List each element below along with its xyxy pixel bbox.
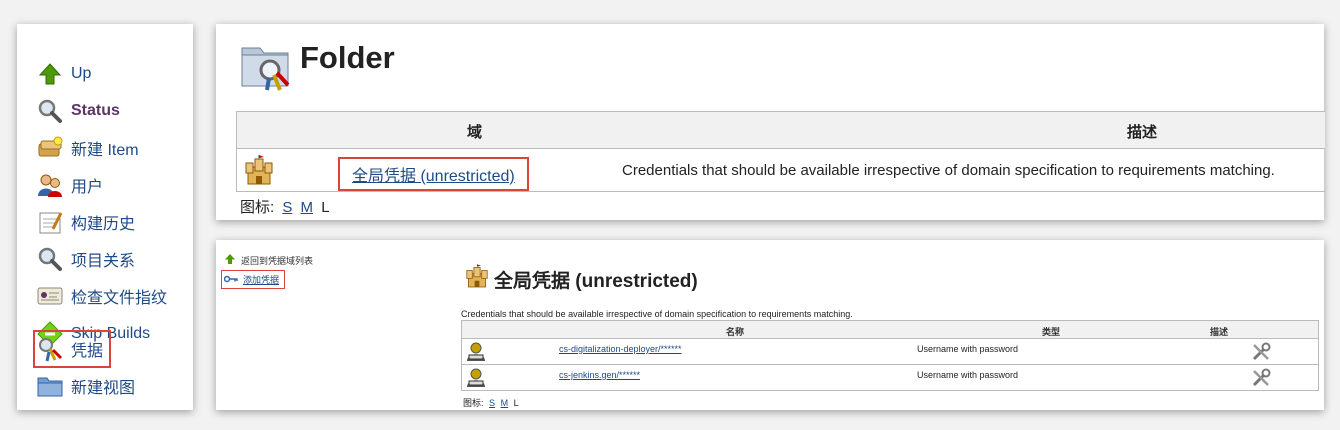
icon-size-s-link[interactable]: S xyxy=(282,199,292,216)
sidebar-item-label: Status xyxy=(71,102,120,119)
sidebar-item-label: 新建视图 xyxy=(71,380,136,397)
icon-size-l-current: L xyxy=(513,398,519,408)
table-row: cs-jenkins.gen/****** Username with pass… xyxy=(462,365,1318,390)
sidebar-item-credentials[interactable]: 凭据 xyxy=(32,330,112,368)
column-header-name: 名称 xyxy=(726,327,745,337)
domain-link-global[interactable]: 全局凭据 (unrestricted) xyxy=(338,157,529,191)
sidebar-item-label: 项目关系 xyxy=(71,253,136,270)
credentials-title-text: 全局凭据 (unrestricted) xyxy=(494,270,698,292)
page-title: Folder xyxy=(300,40,395,75)
column-header-description: 描述 xyxy=(1210,327,1229,337)
configure-tools-icon[interactable] xyxy=(1251,342,1271,364)
global-credentials-panel: 返回到凭据域列表 添加凭据 全局凭据 (unrestricted) Creden… xyxy=(216,240,1324,410)
notepad-icon xyxy=(37,209,63,235)
credential-link[interactable]: cs-digitalization-deployer/****** xyxy=(559,344,682,354)
folder-icon xyxy=(37,373,63,399)
back-to-domains-label: 返回到凭据域列表 xyxy=(241,255,314,266)
table-header: 名称 类型 描述 xyxy=(462,321,1318,339)
icon-size-selector: 图标: S M L xyxy=(463,396,519,409)
users-icon xyxy=(37,172,63,198)
icon-size-label: 图标: xyxy=(240,199,275,216)
sidebar-item-new-item[interactable]: 新建 Item xyxy=(37,133,139,163)
credentials-table: 名称 类型 描述 cs-digitalization-deployer/****… xyxy=(461,320,1319,391)
sidebar-item-users[interactable]: 用户 xyxy=(37,170,103,200)
fingerprint-icon xyxy=(37,283,63,309)
icon-size-label: 图标: xyxy=(463,398,484,408)
user-credential-icon xyxy=(465,368,487,390)
icon-size-s-link[interactable]: S xyxy=(489,398,495,408)
up-arrow-icon xyxy=(37,61,63,87)
column-header-domain: 域 xyxy=(467,124,483,141)
sidebar-item-label: 检查文件指纹 xyxy=(71,290,168,307)
credentials-icon xyxy=(37,336,63,362)
folder-credentials-icon xyxy=(240,40,292,92)
credential-link[interactable]: cs-jenkins.gen/****** xyxy=(559,370,640,380)
table-header: 域 描述 xyxy=(237,112,1325,149)
up-arrow-icon xyxy=(224,253,236,267)
folder-credentials-panel: Folder 域 描述 全局凭据 (unrestricted) Credenti… xyxy=(216,24,1325,220)
credential-type: Username with password xyxy=(917,344,1019,354)
magnifier-icon xyxy=(37,98,63,124)
magnifier-icon xyxy=(37,246,63,272)
domain-table: 域 描述 全局凭据 (unrestricted) Credentials tha… xyxy=(236,111,1325,192)
new-item-icon xyxy=(37,135,63,161)
castle-icon xyxy=(466,264,488,294)
sidebar-item-build-history[interactable]: 构建历史 xyxy=(37,207,135,237)
credentials-title: 全局凭据 (unrestricted) xyxy=(466,264,698,294)
icon-size-l-current: L xyxy=(321,199,330,216)
sidebar-item-fingerprint[interactable]: 检查文件指纹 xyxy=(37,281,167,311)
column-header-type: 类型 xyxy=(1042,327,1061,337)
column-header-description: 描述 xyxy=(1127,124,1158,141)
sidebar-item-new-view[interactable]: 新建视图 xyxy=(37,371,135,401)
configure-tools-icon[interactable] xyxy=(1251,368,1271,390)
sidebar-item-label: 构建历史 xyxy=(71,216,136,233)
table-row: cs-digitalization-deployer/****** Userna… xyxy=(462,339,1318,365)
side-panel: Up Status 新建 Item 用户 构建历史 项目关系 检查文件指纹 Sk… xyxy=(17,24,193,410)
sidebar-item-label: Up xyxy=(71,65,92,82)
sidebar-item-project-relation[interactable]: 项目关系 xyxy=(37,244,135,274)
icon-size-m-link[interactable]: M xyxy=(301,199,314,216)
add-credential-label[interactable]: 添加凭据 xyxy=(243,273,279,286)
sidebar-item-status[interactable]: Status xyxy=(37,96,120,126)
user-credential-icon xyxy=(465,342,487,364)
sidebar-item-label: 凭据 xyxy=(71,343,104,360)
icon-size-selector: 图标: S M L xyxy=(240,196,330,217)
icon-size-m-link[interactable]: M xyxy=(501,398,509,408)
key-icon xyxy=(223,275,238,285)
table-row: 全局凭据 (unrestricted) Credentials that sho… xyxy=(237,149,1325,191)
credentials-description: Credentials that should be available irr… xyxy=(461,309,853,319)
credential-type: Username with password xyxy=(917,370,1019,380)
back-to-domains-link[interactable]: 返回到凭据域列表 xyxy=(224,253,313,267)
sidebar-item-label: 新建 Item xyxy=(71,142,139,159)
sidebar-item-label: 用户 xyxy=(71,179,104,196)
add-credential-link[interactable]: 添加凭据 xyxy=(220,270,286,289)
domain-description: Credentials that should be available irr… xyxy=(622,162,1275,179)
castle-icon xyxy=(245,155,273,190)
sidebar-item-up[interactable]: Up xyxy=(37,59,91,89)
